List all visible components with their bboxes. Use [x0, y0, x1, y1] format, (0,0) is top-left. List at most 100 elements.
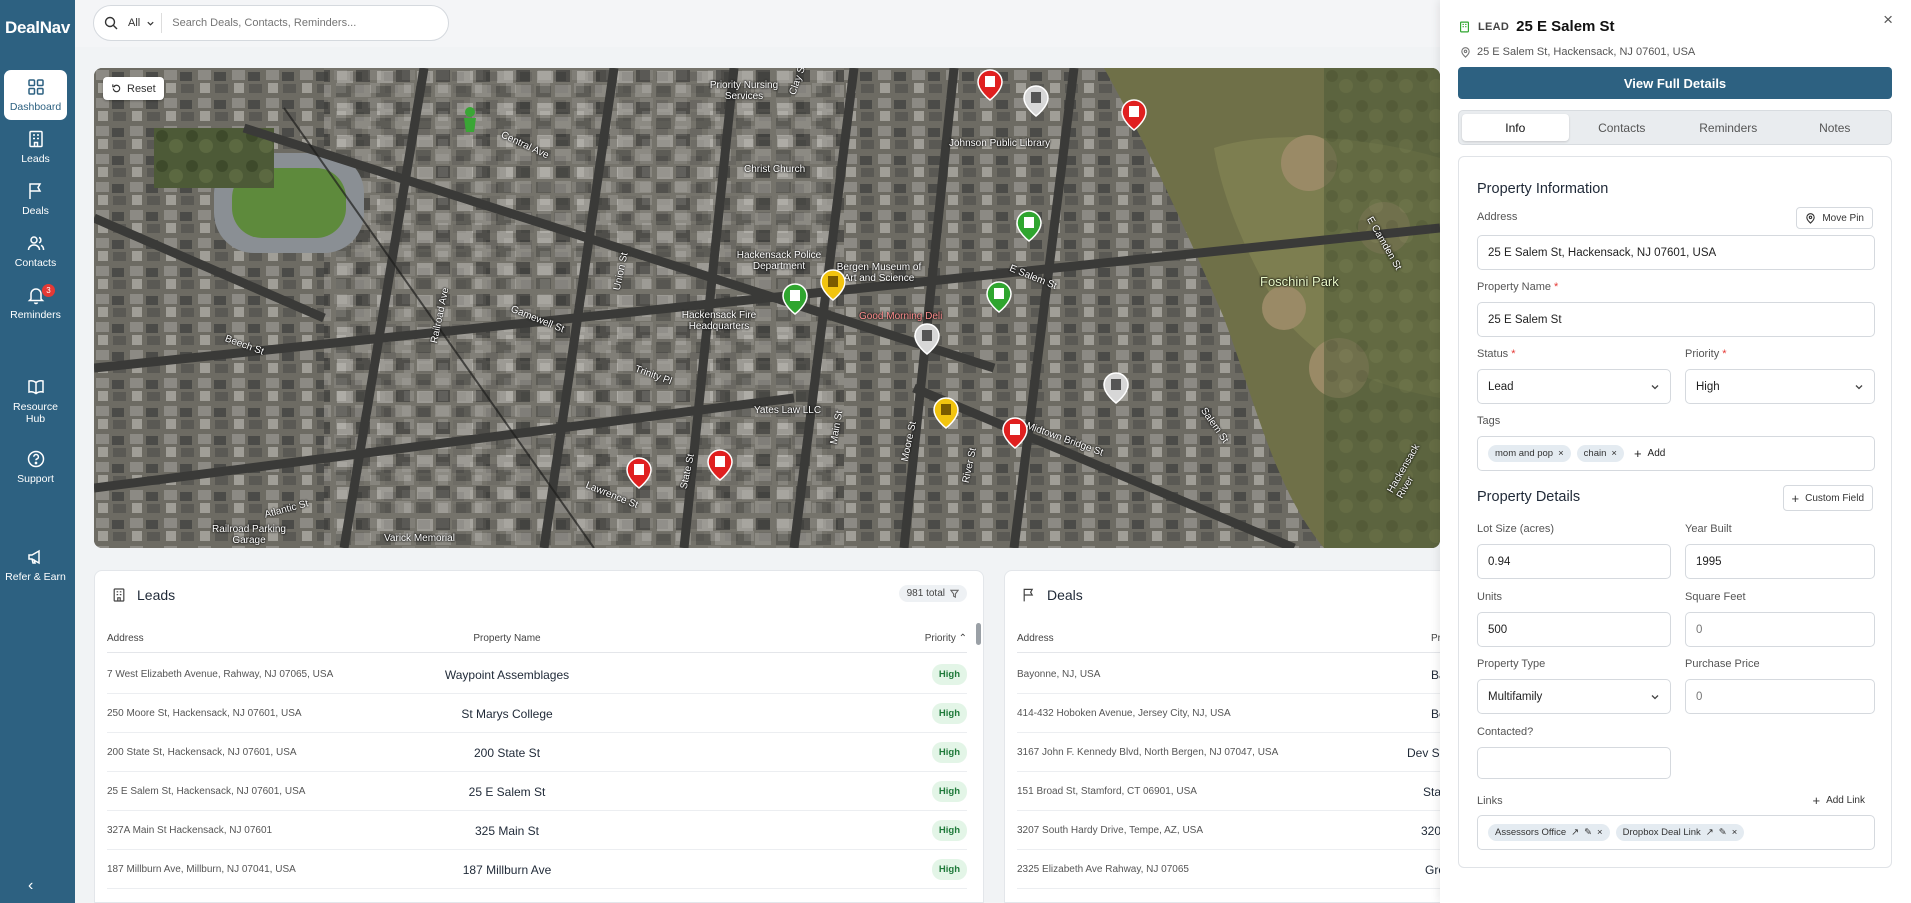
- status-value: Lead: [1488, 380, 1514, 393]
- map-pin-red[interactable]: [707, 449, 733, 481]
- table-row[interactable]: 3167 John F. Kennedy Blvd, North Bergen,…: [1017, 733, 1477, 772]
- row-property-name: St Marys College: [461, 707, 553, 721]
- leads-scrollbar[interactable]: [976, 623, 981, 645]
- column-header-address[interactable]: Address: [1017, 633, 1054, 644]
- tag-chip[interactable]: mom and pop ×: [1488, 445, 1571, 462]
- map-pin-red[interactable]: [626, 457, 652, 489]
- column-header-address[interactable]: Address: [107, 633, 144, 644]
- address-field[interactable]: 25 E Salem St, Hackensack, NJ 07601, USA: [1477, 235, 1875, 270]
- table-row[interactable]: 187 Millburn Ave, Millburn, NJ 07041, US…: [107, 850, 967, 889]
- add-tag-button[interactable]: + Add: [1634, 446, 1665, 461]
- lot-size-field[interactable]: 0.94: [1477, 544, 1671, 579]
- column-header-priority[interactable]: Priority ⌃: [925, 633, 967, 644]
- map-reset-button[interactable]: Reset: [103, 77, 164, 100]
- link-chip[interactable]: Dropbox Deal Link ↗ ✎ ×: [1615, 824, 1745, 841]
- remove-link-icon[interactable]: ×: [1732, 827, 1738, 838]
- sidebar-item-contacts[interactable]: Contacts: [4, 226, 67, 276]
- tab-reminders[interactable]: Reminders: [1675, 114, 1782, 141]
- add-link-button[interactable]: + Add Link: [1812, 793, 1865, 808]
- satellite-map[interactable]: Priority Nursing Services Christ Church …: [94, 68, 1440, 548]
- edit-icon[interactable]: ✎: [1584, 827, 1592, 838]
- sidebar-item-resource-hub[interactable]: Resource Hub: [4, 372, 67, 430]
- chevron-down-icon: [1855, 384, 1863, 389]
- table-row[interactable]: 7 West Elizabeth Avenue, Rahway, NJ 0706…: [107, 655, 967, 694]
- view-full-details-button[interactable]: View Full Details: [1458, 67, 1892, 99]
- search-input[interactable]: [172, 17, 373, 29]
- sidebar-item-leads[interactable]: Leads: [4, 122, 67, 172]
- remove-tag-icon[interactable]: ×: [1611, 448, 1617, 459]
- map-pin-green[interactable]: [986, 281, 1012, 313]
- map-pin-yellow[interactable]: [820, 269, 846, 301]
- status-select[interactable]: Lead: [1477, 369, 1671, 404]
- plus-icon: +: [1791, 490, 1800, 506]
- tab-contacts[interactable]: Contacts: [1569, 114, 1676, 141]
- purchase-price-field[interactable]: 0: [1685, 679, 1875, 714]
- lead-detail-drawer: LEAD 25 E Salem St × 25 E Salem St, Hack…: [1440, 0, 1911, 903]
- plus-icon: +: [1633, 446, 1642, 461]
- sidebar-item-deals[interactable]: Deals: [4, 174, 67, 224]
- tab-info[interactable]: Info: [1462, 114, 1569, 141]
- close-icon[interactable]: ×: [1883, 10, 1893, 30]
- units-field[interactable]: 500: [1477, 612, 1671, 647]
- property-name-value: 25 E Salem St: [1488, 313, 1562, 326]
- building-icon: [113, 588, 125, 602]
- table-row[interactable]: 327A Main St Hackensack, NJ 07601 325 Mai…: [107, 811, 967, 850]
- link-chip[interactable]: Assessors Office ↗ ✎ ×: [1488, 824, 1610, 841]
- property-name-field[interactable]: 25 E Salem St: [1477, 302, 1875, 337]
- tag-chip[interactable]: chain ×: [1576, 445, 1624, 462]
- map-pin-green[interactable]: [782, 283, 808, 315]
- map-pin-red[interactable]: [977, 69, 1003, 101]
- leads-total-badge[interactable]: 981 total: [898, 585, 967, 602]
- table-row[interactable]: 2325 Elizabeth Ave Rahway, NJ 07065Groce: [1017, 850, 1467, 889]
- external-link-icon[interactable]: ↗: [1706, 827, 1714, 838]
- sidebar-item-label: Deals: [22, 205, 49, 217]
- sidebar-item-refer-earn[interactable]: Refer & Earn: [4, 536, 67, 594]
- chevron-down-icon: [1651, 384, 1659, 389]
- priority-badge: High: [931, 742, 967, 763]
- map-pin-red[interactable]: [1121, 99, 1147, 131]
- move-pin-button[interactable]: Move Pin: [1796, 207, 1873, 229]
- square-feet-field[interactable]: 0: [1685, 612, 1875, 647]
- map-pin-gray[interactable]: [1103, 372, 1129, 404]
- edit-icon[interactable]: ✎: [1719, 827, 1727, 838]
- custom-field-button[interactable]: + Custom Field: [1782, 485, 1873, 511]
- sidebar-item-dashboard[interactable]: Dashboard: [4, 70, 67, 120]
- street-view-pegman-icon[interactable]: [464, 107, 476, 132]
- sidebar-item-label: Refer & Earn: [5, 571, 66, 583]
- tab-notes[interactable]: Notes: [1782, 114, 1889, 141]
- map-pin-green[interactable]: [1016, 210, 1042, 242]
- sidebar-item-support[interactable]: Support: [4, 442, 67, 492]
- table-row[interactable]: 414-432 Hoboken Avenue, Jersey City, NJ,…: [1017, 694, 1470, 733]
- property-type-select[interactable]: Multifamily: [1477, 679, 1671, 714]
- table-row[interactable]: 151 Broad St, Stamford, CT 06901, USA Sta…: [1017, 772, 1467, 811]
- priority-badge: High: [931, 781, 967, 802]
- units-value: 500: [1488, 623, 1508, 636]
- remove-tag-icon[interactable]: ×: [1558, 448, 1564, 459]
- remove-link-icon[interactable]: ×: [1597, 827, 1603, 838]
- collapse-sidebar-icon[interactable]: ‹: [28, 877, 33, 895]
- sidebar-item-reminders[interactable]: 3 Reminders: [4, 278, 67, 328]
- section-title-property-details: Property Details: [1477, 489, 1581, 505]
- priority-select[interactable]: High: [1685, 369, 1875, 404]
- table-row[interactable]: 250 Moore St, Hackensack, NJ 07601, USA S…: [107, 694, 967, 733]
- column-header-property-name[interactable]: Property Name: [473, 633, 540, 644]
- map-pin-gray[interactable]: [1023, 85, 1049, 117]
- app-logo[interactable]: DealNav: [0, 18, 75, 38]
- external-link-icon[interactable]: ↗: [1571, 827, 1579, 838]
- map-pin-red[interactable]: [1002, 417, 1028, 449]
- map-pin-yellow[interactable]: [933, 397, 959, 429]
- table-row[interactable]: 200 State St, Hackensack, NJ 07601, USA 2…: [107, 733, 967, 772]
- year-built-field[interactable]: 1995: [1685, 544, 1875, 579]
- table-row[interactable]: Bayonne, NJ, USABayonn: [1017, 655, 1472, 694]
- search-scope-select[interactable]: All: [118, 13, 163, 33]
- link-label: Dropbox Deal Link: [1622, 827, 1701, 838]
- property-type-label: Property Type: [1477, 658, 1546, 670]
- table-row[interactable]: 3207 South Hardy Drive, Tempe, AZ, USA 32…: [1017, 811, 1467, 850]
- drawer-address-text: 25 E Salem St, Hackensack, NJ 07601, USA: [1477, 46, 1696, 58]
- contacted-field[interactable]: [1477, 747, 1671, 779]
- deals-panel: Deals Address Proper Bayonne, NJ, USABay…: [1004, 570, 1484, 903]
- table-row[interactable]: 25 E Salem St, Hackensack, NJ 07601, USA…: [107, 772, 967, 811]
- map-pin-gray[interactable]: [914, 323, 940, 355]
- plus-icon: +: [1812, 793, 1821, 808]
- row-address: Bayonne, NJ, USA: [1017, 669, 1101, 680]
